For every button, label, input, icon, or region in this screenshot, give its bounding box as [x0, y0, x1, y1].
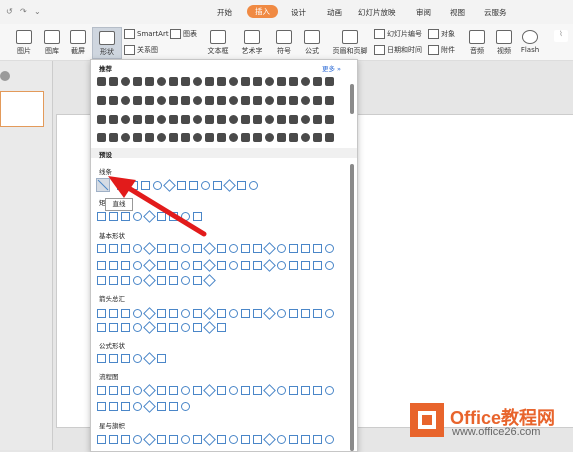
paperclip-icon: ⌇ — [554, 30, 568, 42]
flash-icon — [522, 30, 538, 44]
attachment-button[interactable]: 附件 — [428, 45, 455, 55]
tab-review[interactable]: 审阅 — [416, 7, 431, 18]
arrows-row[interactable] — [97, 307, 343, 320]
object-icon — [428, 29, 439, 39]
shapes-button[interactable]: 形状 — [92, 27, 122, 59]
chart-button[interactable]: 图表 — [170, 29, 197, 39]
tab-design[interactable]: 设计 — [291, 7, 306, 18]
section-presets: 预设 — [99, 151, 112, 159]
picture-icon — [16, 30, 32, 44]
relation-icon — [124, 45, 135, 55]
header-footer-button[interactable]: 页眉和页脚 — [330, 30, 370, 56]
shapes-dropdown: 推荐 更多 » 预设 线条 矩 基本形状 箭头总汇 公式形状 流程图 星与旗帜 — [90, 59, 358, 452]
undo-icon[interactable]: ↺ — [6, 7, 13, 16]
video-button[interactable]: 视频 — [492, 30, 516, 56]
recommended-shapes-row[interactable] — [97, 132, 343, 143]
speaker-icon — [469, 30, 485, 44]
gallery-button[interactable]: 图库 — [40, 30, 64, 56]
recommended-shapes-row[interactable] — [97, 114, 343, 125]
more-link[interactable]: 更多 » — [322, 63, 341, 73]
header-footer-icon — [342, 30, 358, 44]
recommended-shapes-row[interactable] — [97, 95, 343, 106]
recommended-shapes-row[interactable] — [97, 76, 343, 87]
redo-icon[interactable]: ↷ — [20, 7, 27, 16]
flowchart-row[interactable] — [97, 384, 343, 397]
flowchart-row[interactable] — [97, 400, 207, 413]
presets-scrollbar[interactable] — [350, 164, 354, 451]
picture-button[interactable]: 图片 — [12, 30, 36, 56]
smartart-button[interactable]: SmartArt — [124, 29, 169, 39]
chart-icon — [170, 29, 181, 39]
slide-number-button[interactable]: 幻灯片编号 — [374, 29, 422, 39]
slide-number-icon — [374, 29, 385, 39]
ribbon: 图片 图库 截屏 形状 SmartArt 图表 关系图 文本框 艺术字 符号 公… — [0, 24, 573, 61]
attachment-more-button[interactable]: ⌇ — [552, 30, 570, 44]
screenshot-button[interactable]: 截屏 — [66, 30, 90, 56]
watermark-url: www.office26.com — [452, 426, 541, 438]
red-arrow-annotation — [108, 176, 207, 237]
basic-shapes-row[interactable] — [97, 242, 343, 255]
formula-button[interactable]: 公式 — [300, 30, 324, 56]
section-arrows: 箭头总汇 — [99, 295, 125, 303]
basic-shapes-row[interactable] — [97, 274, 227, 287]
textbox-icon — [210, 30, 226, 44]
object-button[interactable]: 对象 — [428, 29, 455, 39]
scissors-icon — [70, 30, 86, 44]
stars-banners-row[interactable] — [97, 433, 343, 446]
formula-shapes-row[interactable] — [97, 352, 183, 365]
tab-view[interactable]: 视图 — [450, 7, 465, 18]
relation-chart-button[interactable]: 关系图 — [124, 45, 158, 55]
calendar-icon — [374, 45, 385, 55]
panel-toggle-icon[interactable] — [0, 71, 10, 81]
slide-thumbnail-panel — [0, 61, 53, 450]
office-logo — [410, 403, 444, 437]
paperclip-icon — [428, 45, 439, 55]
section-stars-banners: 星与旗帜 — [99, 422, 125, 430]
textbox-button[interactable]: 文本框 — [204, 30, 232, 56]
gallery-icon — [44, 30, 60, 44]
symbol-button[interactable]: 符号 — [272, 30, 296, 56]
smartart-icon — [124, 29, 135, 39]
pi-icon — [304, 30, 320, 44]
tab-insert[interactable]: 插入 — [247, 5, 278, 18]
wordart-button[interactable]: 艺术字 — [238, 30, 266, 56]
recommended-scrollbar[interactable] — [350, 84, 354, 114]
wordart-icon — [244, 30, 260, 44]
quick-access-dropdown-icon[interactable]: ⌄ — [34, 7, 41, 16]
section-flowchart: 流程图 — [99, 373, 119, 381]
section-recommended: 推荐 — [99, 65, 112, 73]
basic-shapes-row[interactable] — [97, 259, 343, 272]
date-time-button[interactable]: 日期和时间 — [374, 45, 422, 55]
omega-icon — [276, 30, 292, 44]
arrows-row[interactable] — [97, 321, 247, 334]
tab-animation[interactable]: 动画 — [327, 7, 342, 18]
section-formula-shapes: 公式形状 — [99, 342, 125, 350]
tab-slideshow[interactable]: 幻灯片放映 — [358, 7, 396, 18]
menu-bar: ↺ ↷ ⌄ 开始 插入 设计 动画 幻灯片放映 审阅 视图 云服务 — [0, 0, 573, 24]
tab-cloud[interactable]: 云服务 — [484, 7, 507, 18]
video-icon — [496, 30, 512, 44]
shapes-icon — [99, 31, 115, 45]
flash-button[interactable]: Flash — [518, 30, 542, 54]
tab-home[interactable]: 开始 — [217, 7, 232, 18]
slide-thumbnail[interactable] — [0, 91, 44, 127]
audio-button[interactable]: 音频 — [465, 30, 489, 56]
